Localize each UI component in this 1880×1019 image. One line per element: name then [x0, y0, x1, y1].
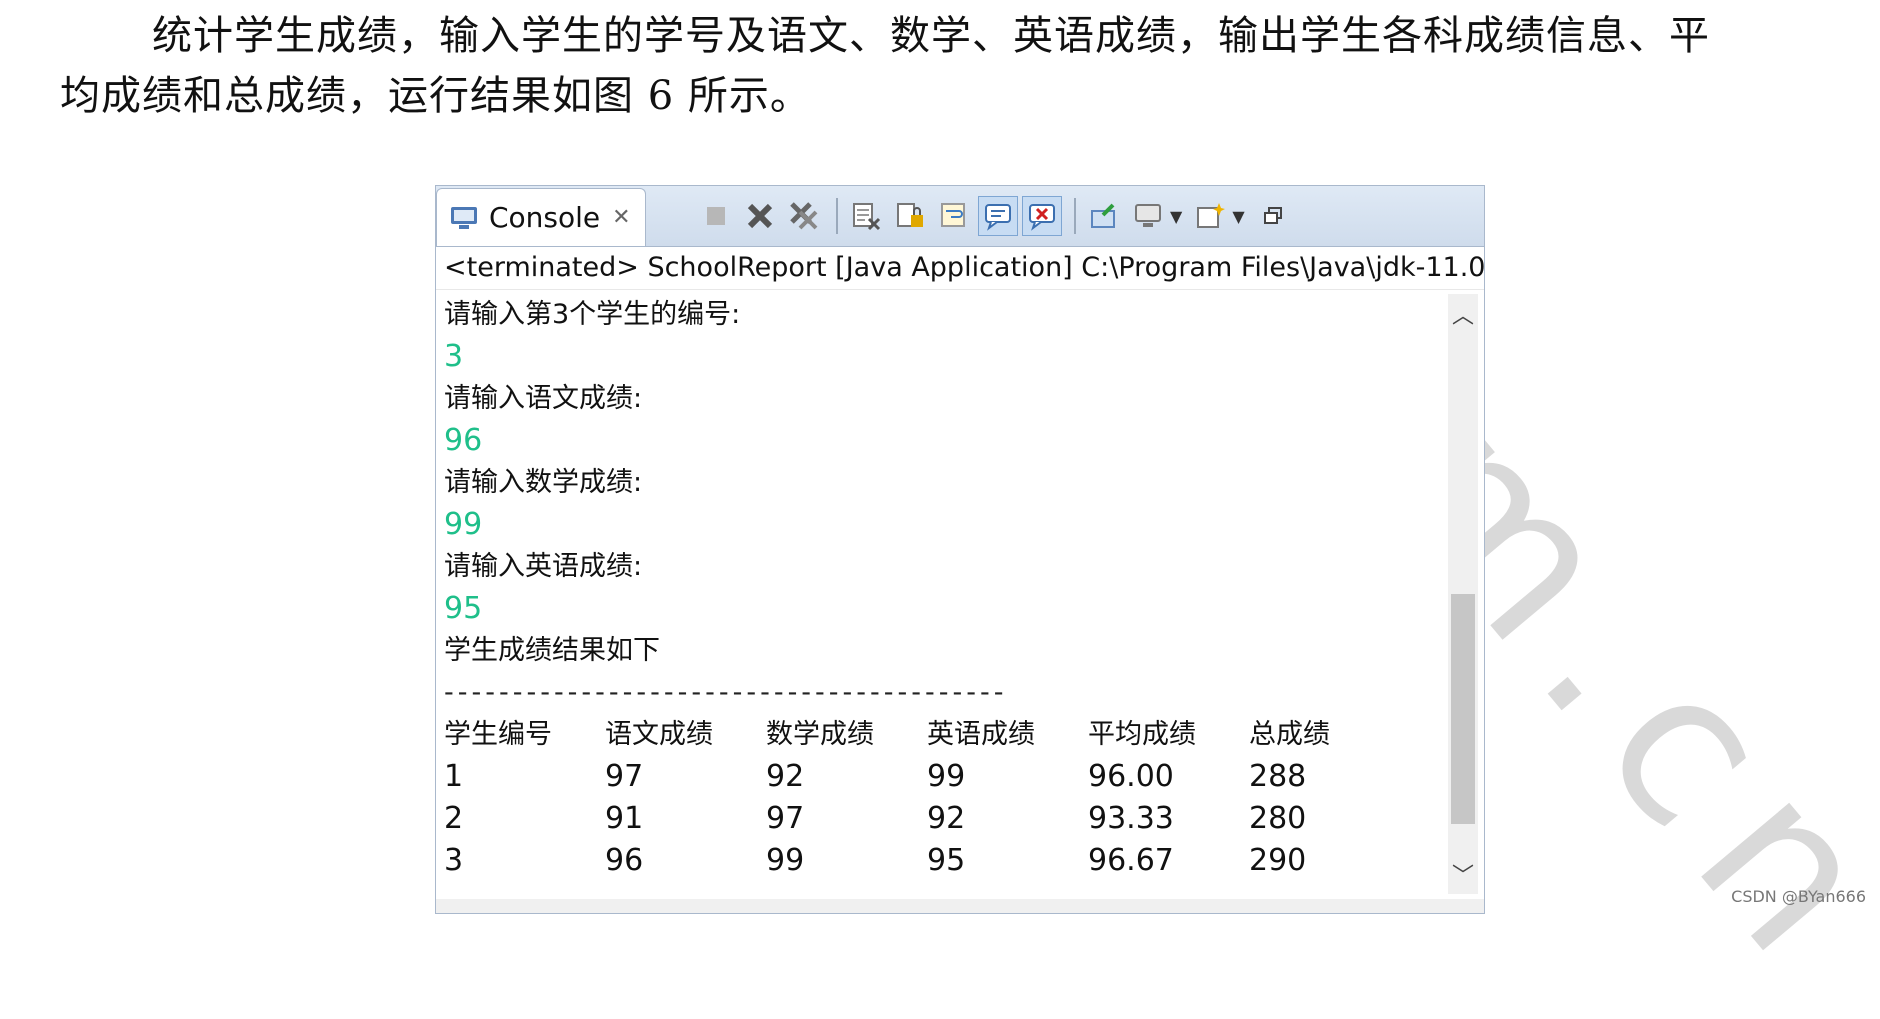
- table-cell: 2: [444, 801, 464, 836]
- toolbar-separator: [836, 198, 838, 234]
- table-row: 3 96 99 95 96.67 290: [444, 840, 1444, 882]
- open-console-button[interactable]: [1190, 196, 1230, 236]
- table-header-cell: 平均成绩: [1088, 719, 1196, 750]
- minimize-button[interactable]: [1253, 196, 1293, 236]
- input-value: 95: [444, 591, 483, 626]
- credit-label: CSDN @BYan666: [1731, 887, 1866, 906]
- table-header-cell: 语文成绩: [605, 719, 713, 750]
- prompt-line: 请输入第3个学生的编号:: [444, 299, 741, 330]
- table-cell: 92: [766, 759, 805, 794]
- table-cell: 95: [927, 843, 966, 878]
- table-cell: 97: [766, 801, 805, 836]
- table-cell: 290: [1249, 843, 1307, 878]
- table-cell: 97: [605, 759, 644, 794]
- restore-icon: [1263, 207, 1282, 224]
- table-cell: 92: [927, 801, 966, 836]
- tab-console[interactable]: Console ✕: [436, 188, 646, 246]
- table-cell: 99: [766, 843, 805, 878]
- console-icon: [451, 206, 477, 229]
- vertical-scrollbar[interactable]: ︿ ﹀: [1448, 294, 1478, 894]
- terminate-button[interactable]: [696, 196, 736, 236]
- clear-console-button[interactable]: [846, 196, 886, 236]
- stop-icon: [707, 207, 725, 225]
- chevron-down-icon[interactable]: ▼: [1232, 207, 1244, 226]
- table-row: 1 97 92 99 96.00 288: [444, 756, 1444, 798]
- remove-launch-button[interactable]: [740, 196, 780, 236]
- pin-console-button[interactable]: [1084, 196, 1124, 236]
- show-stdout-icon: [985, 204, 1011, 231]
- table-header-cell: 学生编号: [444, 719, 552, 750]
- table-row: 2 91 97 92 93.33 280: [444, 798, 1444, 840]
- scroll-lock-icon: [897, 203, 923, 227]
- table-header: 学生编号 语文成绩 数学成绩 英语成绩 平均成绩 总成绩: [444, 714, 1444, 756]
- table-cell: 93.33: [1088, 801, 1174, 836]
- table-cell: 3: [444, 843, 464, 878]
- prompt-line: 请输入英语成绩:: [444, 551, 643, 582]
- table-cell: 96.67: [1088, 843, 1174, 878]
- launch-status: <terminated> SchoolReport [Java Applicat…: [436, 247, 1484, 290]
- console-tabbar: Console ✕ ▼ ▼: [436, 186, 1484, 247]
- close-icon[interactable]: ✕: [612, 205, 630, 230]
- intro-paragraph: 统计学生成绩，输入学生的学号及语文、数学、英语成绩，输出学生各科成绩信息、平 均…: [60, 6, 1840, 126]
- prompt-line: 请输入语文成绩:: [444, 383, 643, 414]
- monitor-icon: [1135, 204, 1161, 227]
- table-header-cell: 英语成绩: [927, 719, 1035, 750]
- console-output[interactable]: 请输入第3个学生的编号: 3 请输入语文成绩: 96 请输入数学成绩: 99 请…: [444, 294, 1444, 882]
- chevron-down-icon[interactable]: ▼: [1170, 207, 1182, 226]
- word-wrap-button[interactable]: [934, 196, 974, 236]
- input-value: 96: [444, 423, 483, 458]
- pin-icon: [1091, 203, 1115, 228]
- word-wrap-icon: [941, 203, 965, 227]
- show-on-stderr-button[interactable]: [1022, 196, 1062, 236]
- table-cell: 1: [444, 759, 464, 794]
- horizontal-scrollbar[interactable]: [436, 899, 1484, 913]
- table-cell: 96: [605, 843, 644, 878]
- table-cell: 96.00: [1088, 759, 1174, 794]
- remove-icon: [747, 203, 773, 229]
- paragraph-line-2: 均成绩和总成绩，运行结果如图 6 所示。: [60, 73, 811, 119]
- table-header-cell: 总成绩: [1249, 719, 1330, 750]
- remove-all-button[interactable]: [784, 196, 824, 236]
- table-header-cell: 数学成绩: [766, 719, 874, 750]
- console-view: Console ✕ ▼ ▼ <terminated> SchoolReport …: [435, 185, 1485, 914]
- paragraph-line-1: 统计学生成绩，输入学生的学号及语文、数学、英语成绩，输出学生各科成绩信息、平: [152, 13, 1710, 59]
- new-console-icon: [1197, 203, 1226, 228]
- input-value: 3: [444, 339, 464, 374]
- input-value: 99: [444, 507, 483, 542]
- chevron-down-icon[interactable]: ﹀: [1448, 858, 1478, 890]
- chevron-up-icon[interactable]: ︿: [1448, 298, 1478, 330]
- clear-console-icon: [853, 203, 881, 231]
- toolbar-separator: [1074, 198, 1076, 234]
- prompt-line: 请输入数学成绩:: [444, 467, 643, 498]
- result-title: 学生成绩结果如下: [444, 635, 660, 666]
- scrollbar-thumb[interactable]: [1451, 594, 1475, 824]
- display-console-button[interactable]: [1128, 196, 1168, 236]
- table-cell: 91: [605, 801, 644, 836]
- tab-console-label: Console: [489, 201, 601, 234]
- divider-line: ----------------------------------------…: [444, 677, 1008, 708]
- table-cell: 280: [1249, 801, 1307, 836]
- scroll-lock-button[interactable]: [890, 196, 930, 236]
- table-cell: 99: [927, 759, 966, 794]
- show-stderr-icon: [1029, 204, 1055, 231]
- show-on-stdout-button[interactable]: [978, 196, 1018, 236]
- table-cell: 288: [1249, 759, 1307, 794]
- remove-all-icon: [790, 202, 818, 230]
- console-toolbar: ▼ ▼: [696, 196, 1297, 236]
